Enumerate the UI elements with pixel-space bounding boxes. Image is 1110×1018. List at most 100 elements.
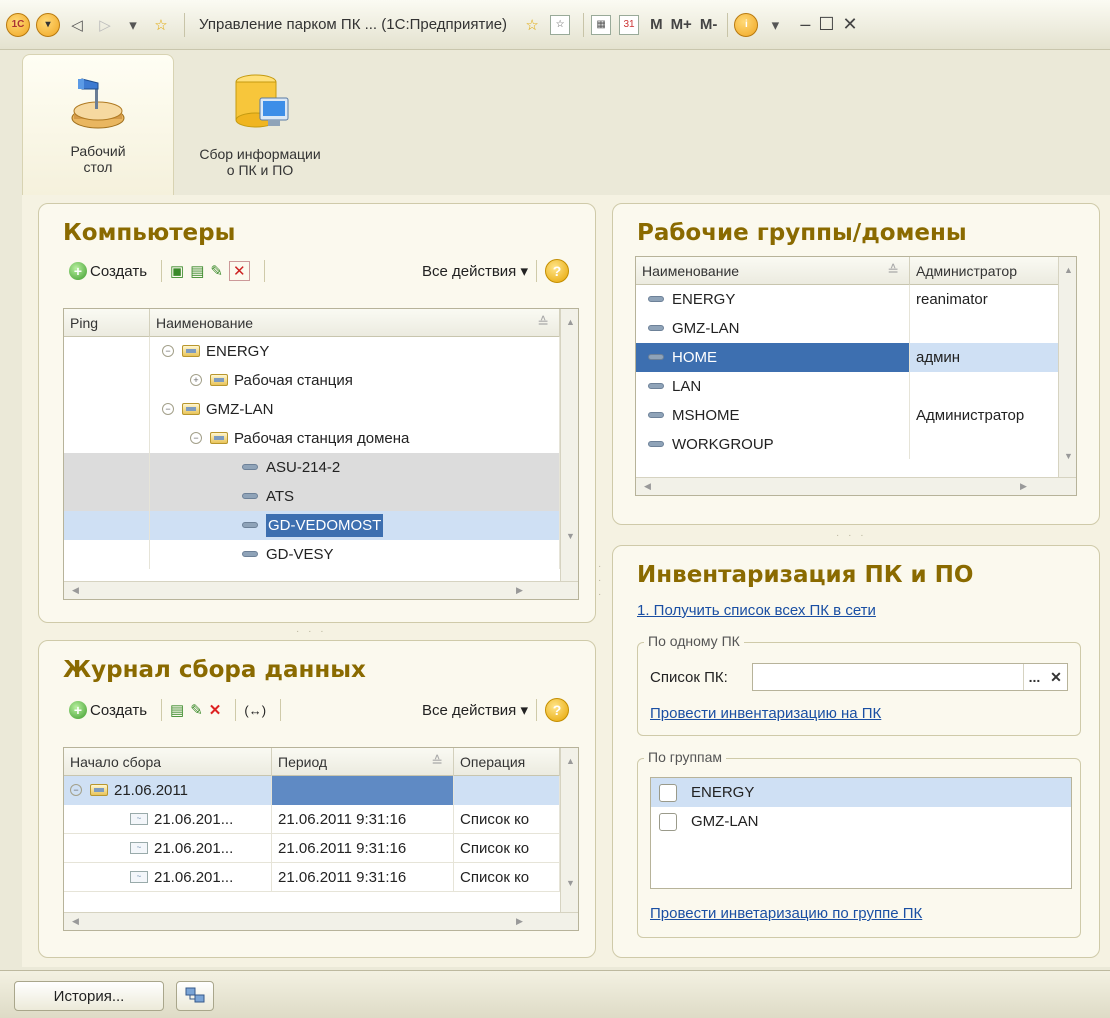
delete-icon[interactable]: ✕ bbox=[209, 701, 222, 719]
workgroups-grid[interactable]: Наименование ≙ Администратор ENERGY reanim… bbox=[635, 256, 1077, 496]
computer-row[interactable]: GD-VESY bbox=[64, 539, 560, 569]
scroll-right-icon[interactable]: ▶ bbox=[516, 585, 523, 596]
scroll-up-icon[interactable]: ▲ bbox=[566, 317, 575, 327]
scroll-down-icon[interactable]: ▼ bbox=[566, 531, 575, 541]
scroll-down-icon[interactable]: ▼ bbox=[1064, 451, 1073, 461]
memory-m-button[interactable]: M bbox=[650, 16, 663, 33]
favorites-list-icon[interactable]: ☆ bbox=[549, 12, 571, 38]
computer-row[interactable]: − Рабочая станция домена bbox=[64, 423, 560, 453]
col-ping[interactable]: Ping bbox=[64, 309, 150, 337]
calendar-icon[interactable]: 31 bbox=[618, 12, 640, 38]
computer-row[interactable]: − ENERGY bbox=[64, 336, 560, 366]
tab-desktop[interactable]: Рабочий стол bbox=[22, 54, 174, 195]
main-menu-button[interactable]: ▾ bbox=[36, 12, 60, 38]
favorite-star-icon[interactable]: ☆ bbox=[150, 12, 172, 38]
add-favorite-icon[interactable]: ☆ bbox=[521, 12, 543, 38]
journal-group-row[interactable]: − 21.06.2011 bbox=[64, 775, 560, 805]
workgroup-row[interactable]: GMZ-LAN bbox=[636, 313, 1060, 343]
scroll-up-icon[interactable]: ▲ bbox=[566, 756, 575, 766]
scroll-up-icon[interactable]: ▲ bbox=[1064, 265, 1073, 275]
calculator-icon[interactable]: ▦ bbox=[590, 12, 612, 38]
computer-row[interactable]: + Рабочая станция bbox=[64, 365, 560, 395]
scroll-right-icon[interactable]: ▶ bbox=[1020, 481, 1027, 492]
info-dropdown-icon[interactable]: ▾ bbox=[764, 12, 786, 38]
collapse-icon[interactable]: − bbox=[70, 784, 82, 796]
scroll-right-icon[interactable]: ▶ bbox=[516, 916, 523, 927]
col-period[interactable]: Период ≙ bbox=[272, 748, 454, 776]
forward-arrow-icon[interactable]: ▷ bbox=[94, 12, 116, 38]
vertical-scrollbar[interactable]: ▲ ▼ bbox=[1058, 257, 1076, 479]
create-computer-button[interactable]: + Создать bbox=[69, 262, 147, 280]
horizontal-scrollbar[interactable]: ◀ ▶ bbox=[636, 477, 1076, 495]
tab-collect-info[interactable]: Сбор информации о ПК и ПО bbox=[180, 54, 340, 195]
help-icon[interactable]: ? bbox=[545, 259, 569, 283]
collapse-icon[interactable]: − bbox=[162, 403, 174, 415]
maximize-icon[interactable]: ☐ bbox=[818, 14, 834, 35]
horizontal-scrollbar[interactable]: ◀ ▶ bbox=[64, 912, 578, 930]
scroll-left-icon[interactable]: ◀ bbox=[644, 481, 651, 492]
scroll-left-icon[interactable]: ◀ bbox=[72, 916, 79, 927]
close-icon[interactable]: ✕ bbox=[842, 14, 857, 35]
workgroup-row[interactable]: HOME админ bbox=[636, 342, 1060, 372]
workgroup-row[interactable]: MSHOME Администратор bbox=[636, 400, 1060, 430]
expand-icon[interactable]: + bbox=[190, 374, 202, 386]
all-actions-menu[interactable]: Все действия ▾ bbox=[422, 262, 528, 280]
workgroup-row[interactable]: ENERGY reanimator bbox=[636, 284, 1060, 314]
app-logo-icon[interactable]: 1С bbox=[6, 12, 30, 38]
get-pc-list-link[interactable]: 1. Получить список всех ПК в сети bbox=[637, 602, 876, 619]
memory-mminus-button[interactable]: M- bbox=[700, 16, 718, 33]
workgroup-row[interactable]: LAN bbox=[636, 371, 1060, 401]
delete-icon[interactable]: ✕ bbox=[228, 261, 250, 281]
create-journal-button[interactable]: + Создать bbox=[69, 701, 147, 719]
computer-row[interactable]: ASU-214-2 bbox=[64, 452, 560, 482]
collapse-icon[interactable]: − bbox=[190, 432, 202, 444]
pc-list-input[interactable]: ... ✕ bbox=[752, 663, 1068, 691]
copy-icon[interactable]: ▤ bbox=[170, 701, 184, 719]
edit-pencil-icon[interactable]: ✎ bbox=[190, 701, 203, 719]
journal-row[interactable]: ~21.06.201... 21.06.2011 9:31:16 Список ко bbox=[64, 833, 560, 863]
splitter-handle-vertical[interactable]: · · · bbox=[598, 560, 604, 602]
run-single-inventory-link[interactable]: Провести инвентаризацию на ПК bbox=[650, 705, 881, 722]
scroll-down-icon[interactable]: ▼ bbox=[566, 878, 575, 888]
all-actions-menu[interactable]: Все действия ▾ bbox=[422, 701, 528, 719]
journal-row[interactable]: ~21.06.201... 21.06.2011 9:31:16 Список ко bbox=[64, 862, 560, 892]
journal-grid[interactable]: Начало сбора Период ≙ Операция − 21.06.201… bbox=[63, 747, 579, 931]
computer-row[interactable]: ATS bbox=[64, 481, 560, 511]
vertical-scrollbar[interactable]: ▲ ▼ bbox=[560, 748, 578, 914]
edit-pencil-icon[interactable]: ✎ bbox=[210, 262, 223, 280]
computers-grid[interactable]: Ping Наименование ≙ − ENERGY + Рабочая станц… bbox=[63, 308, 579, 600]
workgroup-row[interactable]: WORKGROUP bbox=[636, 429, 1060, 459]
info-icon[interactable]: i bbox=[734, 12, 759, 38]
clear-pc-button[interactable]: ✕ bbox=[1045, 664, 1067, 690]
select-pc-button[interactable]: ... bbox=[1023, 664, 1045, 690]
computer-row[interactable]: GD-VEDOMOST bbox=[64, 510, 560, 540]
group-item-energy[interactable]: ENERGY bbox=[651, 778, 1071, 807]
col-wg-name[interactable]: Наименование ≙ bbox=[636, 257, 910, 285]
collapse-icon[interactable]: − bbox=[162, 345, 174, 357]
computer-row[interactable]: − GMZ-LAN bbox=[64, 394, 560, 424]
minimize-icon[interactable]: – bbox=[800, 14, 810, 35]
back-arrow-icon[interactable]: ◁ bbox=[66, 12, 88, 38]
run-group-inventory-link[interactable]: Провести инветаризацию по группе ПК bbox=[650, 905, 922, 922]
history-button[interactable]: История... bbox=[14, 981, 164, 1011]
splitter-handle[interactable]: · · · bbox=[296, 626, 327, 637]
scroll-left-icon[interactable]: ◀ bbox=[72, 585, 79, 596]
vertical-scrollbar[interactable]: ▲ ▼ bbox=[560, 309, 578, 583]
horizontal-scrollbar[interactable]: ◀ ▶ bbox=[64, 581, 578, 599]
help-icon[interactable]: ? bbox=[545, 698, 569, 722]
col-start[interactable]: Начало сбора bbox=[64, 748, 272, 776]
group-energy-checkbox[interactable] bbox=[659, 783, 677, 802]
history-dropdown-icon[interactable]: ▾ bbox=[122, 12, 144, 38]
group-item-gmz-lan[interactable]: GMZ-LAN bbox=[651, 807, 1071, 836]
col-admin[interactable]: Администратор bbox=[910, 257, 1060, 285]
copy-icon[interactable]: ▤ bbox=[190, 262, 204, 280]
network-icon[interactable] bbox=[176, 981, 214, 1011]
splitter-handle[interactable]: · · · bbox=[836, 530, 867, 541]
col-name[interactable]: Наименование ≙ bbox=[150, 309, 560, 337]
group-gmz-lan-checkbox[interactable] bbox=[659, 812, 677, 831]
journal-row[interactable]: ~21.06.201... 21.06.2011 9:31:16 Список ко bbox=[64, 804, 560, 834]
create-folder-icon[interactable]: ▣ bbox=[170, 262, 184, 280]
col-operation[interactable]: Операция bbox=[454, 748, 560, 776]
memory-mplus-button[interactable]: M+ bbox=[671, 16, 692, 33]
period-icon[interactable]: (↔) bbox=[244, 703, 266, 718]
